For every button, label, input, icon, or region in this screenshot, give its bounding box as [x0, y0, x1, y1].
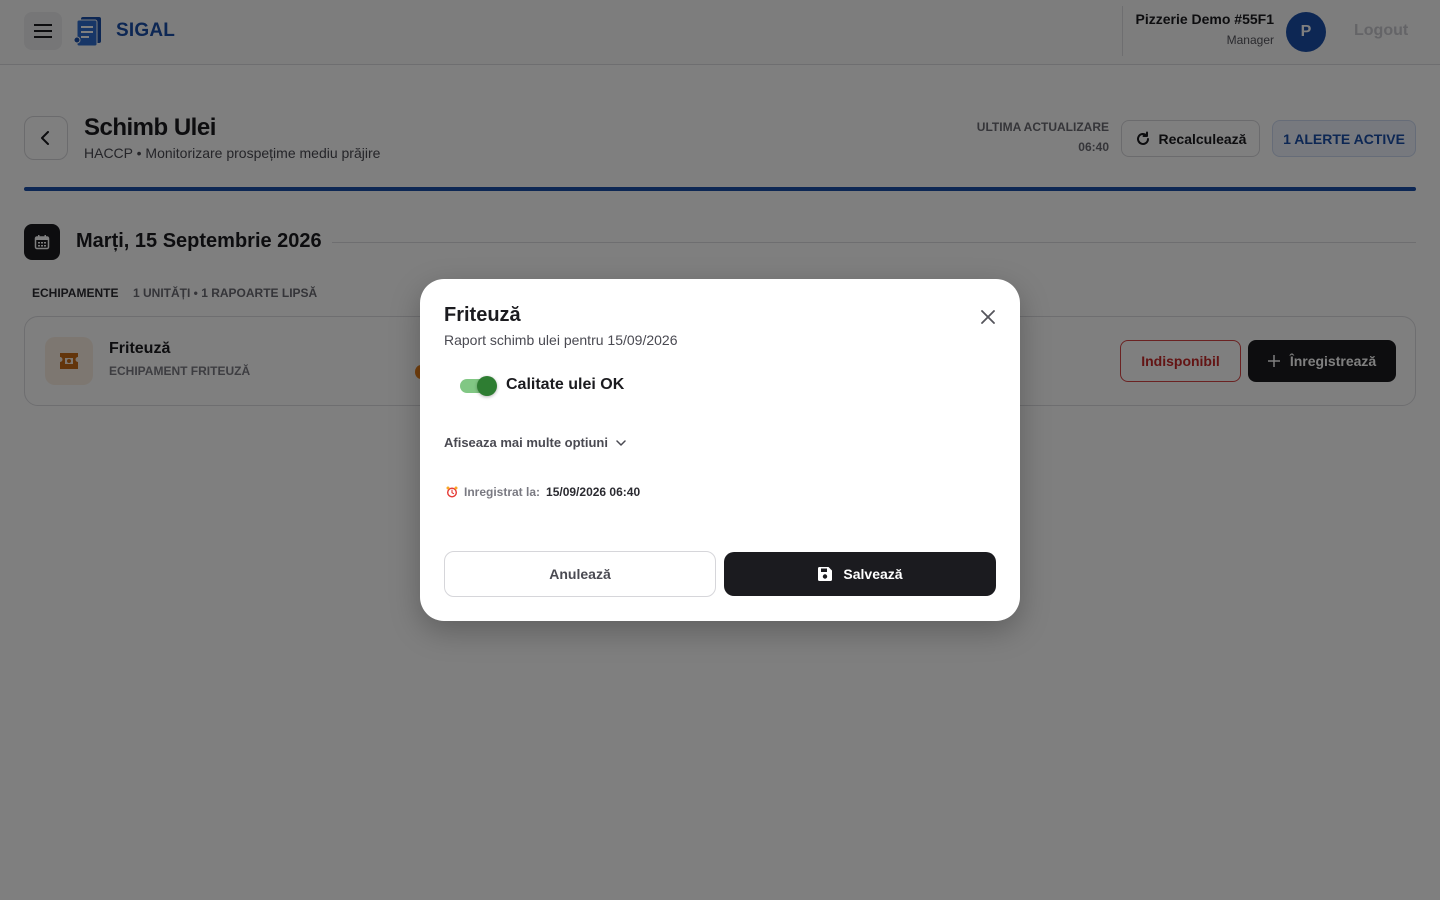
- oil-quality-toggle[interactable]: [460, 376, 498, 396]
- more-options-toggle[interactable]: Afiseaza mai multe optiuni: [444, 435, 626, 450]
- save-button[interactable]: Salvează: [724, 552, 996, 596]
- save-icon: [818, 567, 833, 581]
- close-icon: [981, 310, 995, 324]
- oil-change-modal: Friteuză Raport schimb ulei pentru 15/09…: [420, 279, 1020, 621]
- alarm-clock-icon: [446, 486, 458, 498]
- modal-subtitle: Raport schimb ulei pentru 15/09/2026: [444, 332, 678, 348]
- toggle-thumb: [477, 376, 497, 396]
- cancel-button[interactable]: Anulează: [444, 551, 716, 597]
- more-options-label: Afiseaza mai multe optiuni: [444, 435, 608, 450]
- chevron-down-icon: [616, 439, 626, 446]
- recorded-at: Inregistrat la: 15/09/2026 06:40: [446, 485, 640, 499]
- modal-title: Friteuză: [444, 304, 521, 326]
- recorded-label: Inregistrat la:: [464, 485, 541, 499]
- oil-quality-label: Calitate ulei OK: [506, 376, 625, 393]
- close-button[interactable]: [974, 303, 1002, 331]
- recorded-value: 15/09/2026 06:40: [546, 485, 641, 499]
- save-label: Salvează: [843, 566, 903, 582]
